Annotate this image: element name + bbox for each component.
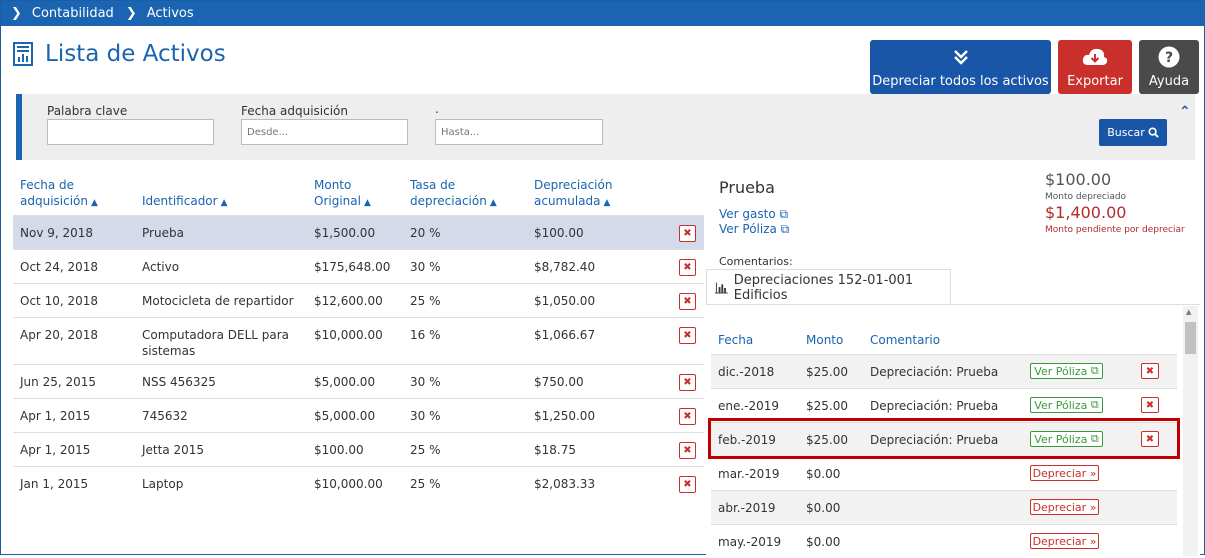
sort-icon: ▲︎ — [220, 198, 228, 208]
table-row[interactable]: Oct 24, 2018 Activo $175,648.00 30 % $8,… — [13, 249, 704, 283]
tab-depreciations[interactable]: Depreciaciones 152-01-001 Edificios — [706, 269, 951, 305]
delete-asset-button[interactable]: ✖ — [679, 259, 696, 276]
double-chevron-down-icon: » — [1089, 500, 1097, 514]
delete-asset-button[interactable]: ✖ — [679, 408, 696, 425]
delete-asset-button[interactable]: ✖ — [679, 225, 696, 242]
svg-text:?: ? — [1165, 50, 1173, 66]
delete-asset-button[interactable]: ✖ — [679, 476, 696, 493]
depreciate-all-button[interactable]: Depreciar todos los activos — [870, 40, 1051, 94]
table-row[interactable]: Apr 1, 2015 Jetta 2015 $100.00 25 % $18.… — [13, 432, 704, 466]
date-from-input[interactable] — [241, 119, 408, 145]
header-accumulated-depreciation[interactable]: Depreciación acumulada ▲︎ — [534, 177, 612, 211]
collapse-chevron-up-icon[interactable]: ⌃ — [1179, 104, 1191, 120]
delete-asset-button[interactable]: ✖ — [679, 293, 696, 310]
date-to-input[interactable] — [435, 119, 603, 145]
depreciation-row: ene.-2019 $25.00 Depreciación: Prueba — [711, 388, 1177, 422]
table-row[interactable]: Jan 1, 2015 Laptop $10,000.00 25 % $2,08… — [13, 466, 704, 500]
view-policy-button[interactable]: Ver Póliza ⧉ — [1030, 397, 1103, 413]
delete-asset-button[interactable]: ✖ — [679, 442, 696, 459]
depreciate-button[interactable]: Depreciar » — [1030, 533, 1099, 549]
breadcrumb-item-contabilidad[interactable]: Contabilidad — [32, 6, 114, 21]
double-chevron-down-icon: » — [1089, 534, 1097, 548]
table-row[interactable]: Jun 25, 2015 NSS 456325 $5,000.00 30 % $… — [13, 364, 704, 398]
table-row[interactable]: Apr 20, 2018 Computadora DELL para siste… — [13, 317, 704, 364]
chevron-right-icon: ❯ — [125, 6, 137, 21]
page-title-text: Lista de Activos — [45, 41, 226, 67]
search-button[interactable]: Buscar — [1099, 119, 1167, 146]
cloud-download-icon — [1082, 46, 1108, 68]
breadcrumb: ❯ Contabilidad ❯ Activos — [1, 1, 1205, 26]
external-link-icon: ⧉ — [780, 222, 790, 236]
acquisition-date-label: Fecha adquisición — [241, 104, 348, 118]
external-link-icon: ⧉ — [1090, 364, 1099, 377]
bar-chart-icon — [715, 282, 728, 293]
sort-icon: ▲︎ — [91, 198, 98, 208]
help-button[interactable]: ? Ayuda — [1139, 40, 1199, 94]
pending-amount-label: Monto pendiente por depreciar — [1045, 225, 1185, 235]
depreciation-row: dic.-2018 $25.00 Depreciación: Prueba — [711, 354, 1177, 388]
depr-header-date: Fecha — [718, 333, 754, 347]
delete-asset-button[interactable]: ✖ — [679, 374, 696, 391]
asset-detail-name: Prueba — [719, 178, 775, 197]
delete-depreciation-button[interactable]: ✖ — [1141, 397, 1159, 413]
search-icon — [1148, 127, 1159, 138]
header-acquisition-date[interactable]: Fecha de adquisición ▲︎ — [20, 177, 98, 211]
breadcrumb-item-activos[interactable]: Activos — [147, 6, 194, 21]
page-title: Lista de Activos — [13, 41, 226, 67]
comments-label: Comentarios: — [719, 255, 793, 268]
header-identifier[interactable]: Identificador ▲︎ — [142, 193, 228, 211]
depreciated-amount-label: Monto depreciado — [1045, 192, 1127, 202]
view-expense-link[interactable]: Ver gasto ⧉ — [719, 207, 788, 222]
delete-asset-button[interactable]: ✖ — [679, 327, 696, 344]
depreciation-row: abr.-2019 $0.00 — [711, 490, 1177, 524]
sort-icon: ▲︎ — [489, 198, 497, 208]
view-policy-link[interactable]: Ver Póliza ⧉ — [719, 222, 789, 237]
chevron-right-icon: ❯ — [11, 6, 22, 21]
header-depreciation-rate[interactable]: Tasa de depreciación ▲︎ — [410, 177, 497, 211]
sort-icon: ▲︎ — [603, 198, 611, 208]
table-row[interactable]: Nov 9, 2018 Prueba $1,500.00 20 % $100.0… — [13, 215, 704, 249]
filter-panel: Palabra clave Fecha adquisición . ⌃ Busc… — [16, 94, 1195, 160]
pending-amount: $1,400.00 — [1045, 203, 1127, 222]
export-button[interactable]: Exportar — [1058, 40, 1132, 94]
external-link-icon: ⧉ — [1090, 398, 1099, 411]
double-chevron-down-icon: » — [1089, 466, 1097, 480]
scroll-up-icon[interactable]: ▲ — [1186, 308, 1191, 316]
depr-header-comment: Comentario — [870, 333, 941, 347]
depreciate-button[interactable]: Depreciar » — [1030, 499, 1099, 515]
view-policy-button[interactable]: Ver Póliza ⧉ — [1030, 363, 1103, 379]
external-link-icon: ⧉ — [779, 207, 789, 221]
scrollbar-thumb[interactable] — [1185, 322, 1196, 354]
depreciate-button[interactable]: Depreciar » — [1030, 465, 1099, 481]
depreciation-row: may.-2019 $0.00 — [711, 524, 1177, 558]
question-circle-icon: ? — [1158, 46, 1180, 68]
double-chevron-down-icon — [953, 46, 969, 68]
report-icon — [13, 42, 33, 66]
depr-header-amount: Monto — [806, 333, 844, 347]
table-row[interactable]: Oct 10, 2018 Motocicleta de repartidor $… — [13, 283, 704, 317]
sort-icon: ▲︎ — [363, 198, 371, 208]
delete-depreciation-button[interactable]: ✖ — [1141, 363, 1159, 379]
date-to-label: . — [435, 102, 439, 116]
highlight-box — [708, 418, 1180, 459]
depreciation-row: mar.-2019 $0.00 — [711, 456, 1177, 490]
keyword-input[interactable] — [47, 119, 214, 145]
table-row[interactable]: Apr 1, 2015 745632 $5,000.00 30 % $1,250… — [13, 398, 704, 432]
keyword-label: Palabra clave — [47, 104, 128, 118]
header-original-amount[interactable]: Monto Original ▲︎ — [314, 177, 371, 211]
depreciated-amount: $100.00 — [1045, 170, 1112, 189]
